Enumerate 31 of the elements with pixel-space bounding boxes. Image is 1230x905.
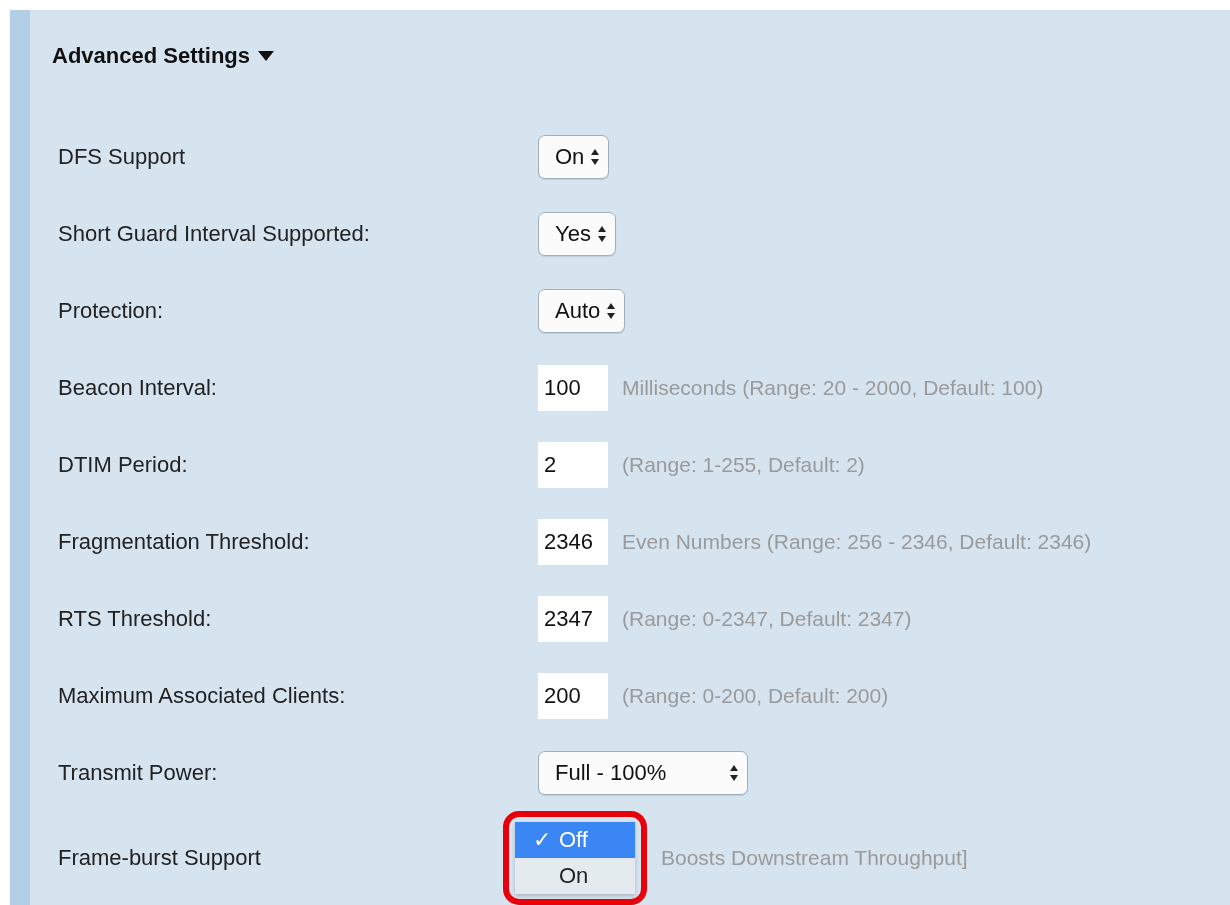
hint-text: Boosts Downstream Throughput]: [661, 846, 968, 870]
dropdown-option[interactable]: On: [515, 858, 635, 894]
field-label: DTIM Period:: [58, 451, 189, 478]
field-label: Beacon Interval:: [58, 374, 218, 401]
field-label: DFS Support: [58, 143, 187, 170]
hint-text: (Range: 0-200, Default: 200): [622, 683, 889, 708]
field-label: Maximum Associated Clients:: [58, 682, 347, 709]
updown-arrows-icon: [596, 224, 607, 243]
field-label: RTS Threshold:: [58, 605, 213, 632]
hint-text: Milliseconds (Range: 20 - 2000, Default: 100): [622, 375, 1044, 400]
select-field[interactable]: On: [538, 134, 610, 179]
updown-arrows-icon: [590, 147, 601, 166]
dropdown-option[interactable]: ✓ Off: [515, 822, 635, 858]
field-label: Protection:: [58, 297, 165, 324]
input-field[interactable]: 2346: [538, 518, 608, 565]
select-field[interactable]: Full - 100%: [538, 750, 748, 795]
input-field[interactable]: 2: [538, 441, 608, 488]
field-label: Short Guard Interval Supported:: [58, 220, 371, 247]
field-label: Transmit Power:: [58, 759, 219, 786]
input-field[interactable]: 2347: [538, 595, 608, 642]
updown-arrows-icon: [606, 301, 617, 320]
updown-arrows-icon: [729, 763, 739, 782]
input-field[interactable]: 100: [538, 364, 608, 411]
hint-text: (Range: 0-2347, Default: 2347): [622, 606, 912, 631]
select-field[interactable]: Auto: [538, 288, 626, 333]
hint-text: Even Numbers (Range: 256 - 2346, Default: 2346): [622, 529, 1092, 554]
field-label: Fragmentation Threshold:: [58, 528, 311, 555]
select-field[interactable]: Yes: [538, 211, 616, 256]
hint-text: (Range: 1-255, Default: 2): [622, 452, 865, 477]
field-label: Frame-burst Support: [58, 845, 262, 871]
input-field[interactable]: 200: [538, 672, 608, 719]
